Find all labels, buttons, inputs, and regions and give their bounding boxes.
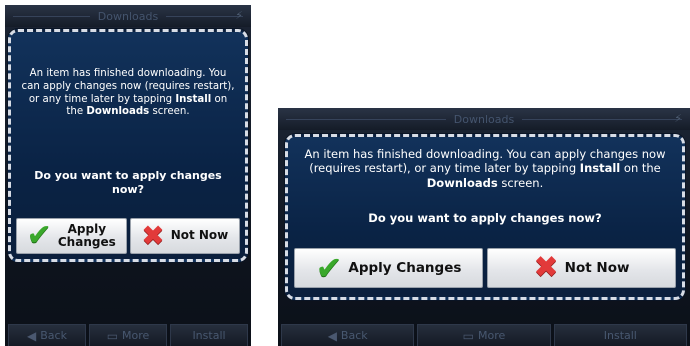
not-now-button[interactable]: ✖ Not Now <box>129 218 240 254</box>
dialog-actions: ✔ Apply Changes ✖ Not Now <box>294 248 676 288</box>
downloads-keyword: Downloads <box>426 175 498 190</box>
not-now-label: Not Now <box>564 259 630 276</box>
install-keyword: Install <box>175 93 212 105</box>
screen-title: Downloads <box>453 112 515 126</box>
device-screen-portrait: Downloads ⚡ An item has finished downloa… <box>5 5 251 346</box>
signal-icon: ⚡ <box>235 9 243 22</box>
not-now-button[interactable]: ✖ Not Now <box>487 248 676 288</box>
back-button[interactable]: ◀ Back <box>281 324 415 346</box>
screen-title: Downloads <box>97 9 159 23</box>
title-bar: Downloads <box>278 108 690 130</box>
install-keyword: Install <box>579 161 621 176</box>
not-now-label: Not Now <box>170 228 229 243</box>
apply-changes-label: Apply Changes <box>348 259 462 276</box>
more-button[interactable]: ▭ More <box>417 324 551 346</box>
dialog-message: An item has finished downloading. You ca… <box>304 147 666 190</box>
downloads-keyword: Downloads <box>86 106 150 118</box>
title-divider <box>166 15 244 17</box>
apply-changes-button[interactable]: ✔ Apply Changes <box>16 218 127 254</box>
dialog-question: Do you want to apply changes now? <box>34 169 222 196</box>
install-button[interactable]: Install <box>553 324 687 346</box>
cross-icon: ✖ <box>141 219 165 252</box>
device-screen-landscape: Downloads ⚡ An item has finished downloa… <box>278 108 690 346</box>
check-icon: ✔ <box>315 249 343 287</box>
apply-changes-button[interactable]: ✔ Apply Changes <box>294 248 483 288</box>
apply-changes-label: Apply Changes <box>57 221 116 249</box>
signal-icon: ⚡ <box>674 112 682 125</box>
install-button[interactable]: Install <box>170 324 248 346</box>
dialog-actions: ✔ Apply Changes ✖ Not Now <box>16 218 240 254</box>
title-divider <box>13 15 90 17</box>
title-divider <box>522 118 683 120</box>
bottom-bar: ◀ Back ▭ More Install <box>5 324 251 346</box>
check-icon: ✔ <box>26 218 52 253</box>
more-icon: ▭ <box>106 328 119 343</box>
back-arrow-icon: ◀ <box>27 328 37 343</box>
cross-icon: ✖ <box>533 250 559 285</box>
back-button[interactable]: ◀ Back <box>8 324 86 346</box>
more-button[interactable]: ▭ More <box>89 324 167 346</box>
apply-changes-dialog: An item has finished downloading. You ca… <box>8 29 248 262</box>
dialog-message: An item has finished downloading. You ca… <box>21 68 235 118</box>
title-bar: Downloads <box>5 5 251 27</box>
title-divider <box>286 118 446 120</box>
dialog-question: Do you want to apply changes now? <box>368 211 602 225</box>
apply-changes-dialog: An item has finished downloading. You ca… <box>285 134 685 300</box>
back-arrow-icon: ◀ <box>327 328 337 343</box>
more-icon: ▭ <box>462 328 475 343</box>
bottom-bar: ◀ Back ▭ More Install <box>278 324 690 346</box>
